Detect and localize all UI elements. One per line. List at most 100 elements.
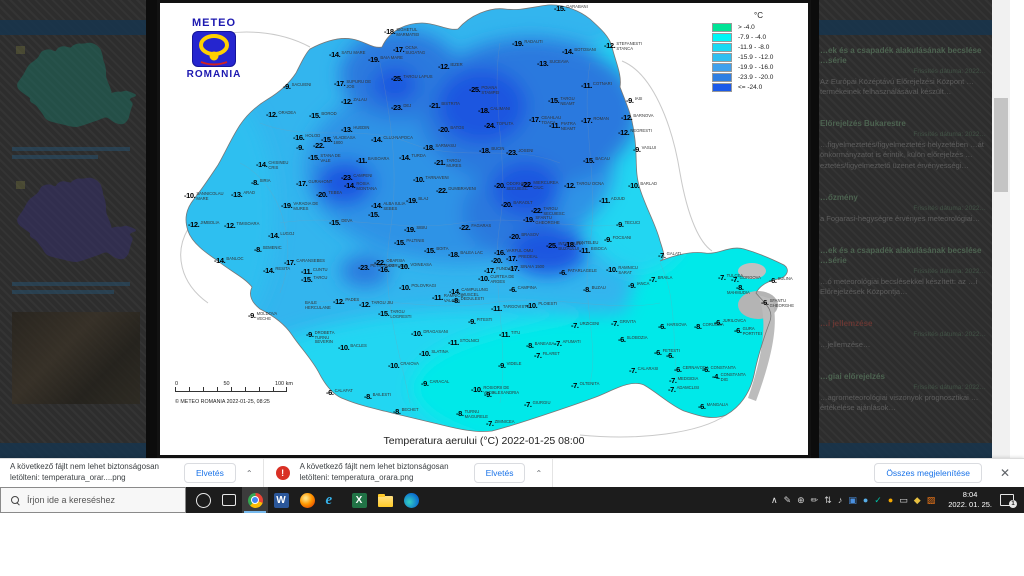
station-label: -18BUCIN: [479, 147, 504, 155]
orange-box-icon[interactable]: ▨: [927, 496, 936, 505]
station-label: -6HARSOVA: [658, 323, 687, 331]
action-center-icon[interactable]: 1: [1000, 494, 1014, 506]
station-label: -14RESITA: [263, 267, 290, 275]
station-label: -14SATU MARE: [329, 51, 365, 59]
dimmed-article: Előrejelzés BukarestreFrissítés dátuma: …: [820, 119, 986, 170]
station-label: -17CEAHLAU TOACA: [529, 116, 571, 125]
download-item[interactable]: ! A következő fájlt nem lehet biztonságo…: [264, 459, 553, 487]
thumbnail-photo[interactable]: [12, 312, 140, 404]
station-label: -6SULINA: [769, 277, 793, 285]
station-label: -15BOROD: [309, 112, 337, 120]
orange-app-icon[interactable]: ●: [888, 496, 893, 505]
network-app-icon[interactable]: ●: [863, 496, 868, 505]
chevron-up-icon[interactable]: ⌃: [246, 469, 253, 478]
security-shield-icon[interactable]: ◆: [914, 496, 921, 505]
dimmed-article: …ek és a csapadék alakulásának becslése …: [820, 46, 986, 97]
taskbar-icon-firefox[interactable]: [294, 487, 320, 513]
dimmed-article: …i jellemzéseFrissítés dátuma: 2022……jel…: [820, 319, 986, 350]
page-scrollbar[interactable]: [992, 0, 1010, 458]
taskbar-icon-edge[interactable]: [398, 487, 424, 513]
thumbnail-corner-icon: [16, 46, 25, 54]
station-label: -8BECHET: [393, 408, 419, 416]
pencil-icon[interactable]: ✏: [811, 496, 819, 505]
dismiss-button[interactable]: Elvetés: [184, 463, 236, 483]
station-label: -14LUGOJ: [268, 232, 294, 240]
blue-app-icon[interactable]: ▣: [848, 496, 857, 505]
station-label: -20BATOS: [438, 126, 464, 134]
secure-boot-icon[interactable]: ⊕: [797, 496, 805, 505]
map-title: Temperatura aerului (°C) 2022-01-25 08:0…: [160, 435, 808, 447]
chevron-up-icon[interactable]: ⌃: [535, 469, 542, 478]
excel-icon: X: [352, 493, 367, 508]
station-label: -18CALIMANI: [478, 107, 510, 115]
check-app-icon[interactable]: ✓: [874, 496, 882, 505]
station-label: -19SIBIU: [404, 226, 427, 234]
legend-row: -11.9 - -8.0: [712, 42, 802, 52]
station-label: -20BRASOV: [509, 233, 539, 241]
station-label: -6PATARLAGELE: [559, 269, 597, 277]
taskbar-icon-cortana[interactable]: [190, 487, 216, 513]
station-label: -21TARGU MURES: [434, 159, 476, 168]
thumbnail-caption-links[interactable]: [12, 147, 146, 159]
station-label: -9IANCA: [628, 282, 649, 290]
station-label: -12TARGU JIU: [359, 301, 393, 309]
download-item[interactable]: A következő fájlt nem lehet biztonságosa…: [0, 459, 263, 487]
logo-emblem: [192, 31, 236, 67]
station-label: -17OCNA SUGATAG: [393, 46, 435, 55]
station-label: -6: [666, 352, 675, 360]
taskbar-icon-word[interactable]: W: [268, 487, 294, 513]
taskbar-icon-ie[interactable]: e: [320, 487, 346, 513]
station-label: MAHMUDIA: [726, 291, 750, 296]
show-all-downloads-button[interactable]: Összes megjelenítése: [874, 463, 982, 483]
station-label: -18BALEA LAC: [448, 251, 483, 259]
thumbnail-caption-links[interactable]: [12, 282, 146, 294]
station-label: -9TECUCI: [616, 221, 640, 229]
thumbnail-map-teal[interactable]: [12, 42, 140, 137]
station-label: -25TARGU LAPUS: [391, 75, 433, 83]
dismiss-button[interactable]: Elvetés: [474, 463, 526, 483]
taskbar-search-input[interactable]: Írjon ide a kereséshez: [0, 487, 186, 513]
station-label: -12NEGRESTI: [618, 129, 652, 137]
station-label: -10CURTEA DE ARGES: [478, 275, 520, 284]
station-label: -10RAMNICU SARAT: [606, 266, 648, 275]
station-label: -9CARACAL: [421, 380, 449, 388]
display-icon[interactable]: ▭: [899, 496, 908, 505]
scrollbar-thumb[interactable]: [994, 98, 1008, 192]
legend-row: <= -24.0: [712, 82, 802, 92]
station-label: -11STOLNICI: [448, 339, 479, 347]
station-label: -17ROMAN: [581, 117, 609, 125]
screen: …ek és a csapadék alakulásának becslése …: [0, 0, 1024, 576]
pen-tablet-icon[interactable]: ✎: [784, 496, 792, 505]
station-label: -7URZICENI: [571, 322, 599, 330]
taskbar-icon-excel[interactable]: X: [346, 487, 372, 513]
station-label: -13ARAD: [231, 191, 255, 199]
thumbnail-map-purple[interactable]: [12, 177, 140, 272]
station-label: -8BANEASA: [526, 342, 554, 350]
close-icon[interactable]: ✕: [1000, 466, 1010, 480]
station-label: -14TURDA: [399, 154, 426, 162]
station-label: -7GIURGIU: [524, 401, 550, 409]
station-label: -11ADJUD: [599, 197, 625, 205]
taskbar-icon-taskview[interactable]: [216, 487, 242, 513]
chevron-up-icon[interactable]: ∧: [771, 496, 778, 505]
station-label: -7BRAILA: [649, 276, 672, 284]
station-label: -12TARGU OCNA: [564, 182, 604, 190]
warning-icon: !: [276, 466, 290, 480]
station-label: -13HUEDIN: [341, 126, 369, 134]
taskbar-clock[interactable]: 8:04 2022. 01. 25.: [948, 490, 992, 510]
station-label: -15VLADEASA 1800: [321, 136, 363, 145]
taskbar-icon-chrome[interactable]: [242, 487, 268, 513]
station-label: -8DEDULESTI: [452, 297, 484, 305]
station-label: -19RADAUTI: [512, 40, 543, 48]
station-label: -8SIRIA: [251, 179, 271, 187]
dimmed-article: …giai előrejelzésFrissítés dátuma: 2022……: [820, 372, 986, 413]
station-label: -7ADAMCLISI: [668, 386, 699, 394]
taskbar-icon-file-explorer[interactable]: [372, 487, 398, 513]
usb-device-icon[interactable]: ⇅: [824, 496, 832, 505]
station-label: -20TEBEA: [316, 191, 342, 199]
file-explorer-icon: [378, 496, 393, 507]
clock-date: 2022. 01. 25.: [948, 500, 992, 510]
audio-icon[interactable]: ♪: [838, 496, 843, 505]
dimmed-article: …ek és a csapadék alakulásának becslése …: [820, 246, 986, 297]
station-label: -20BARAOLT: [501, 201, 533, 209]
